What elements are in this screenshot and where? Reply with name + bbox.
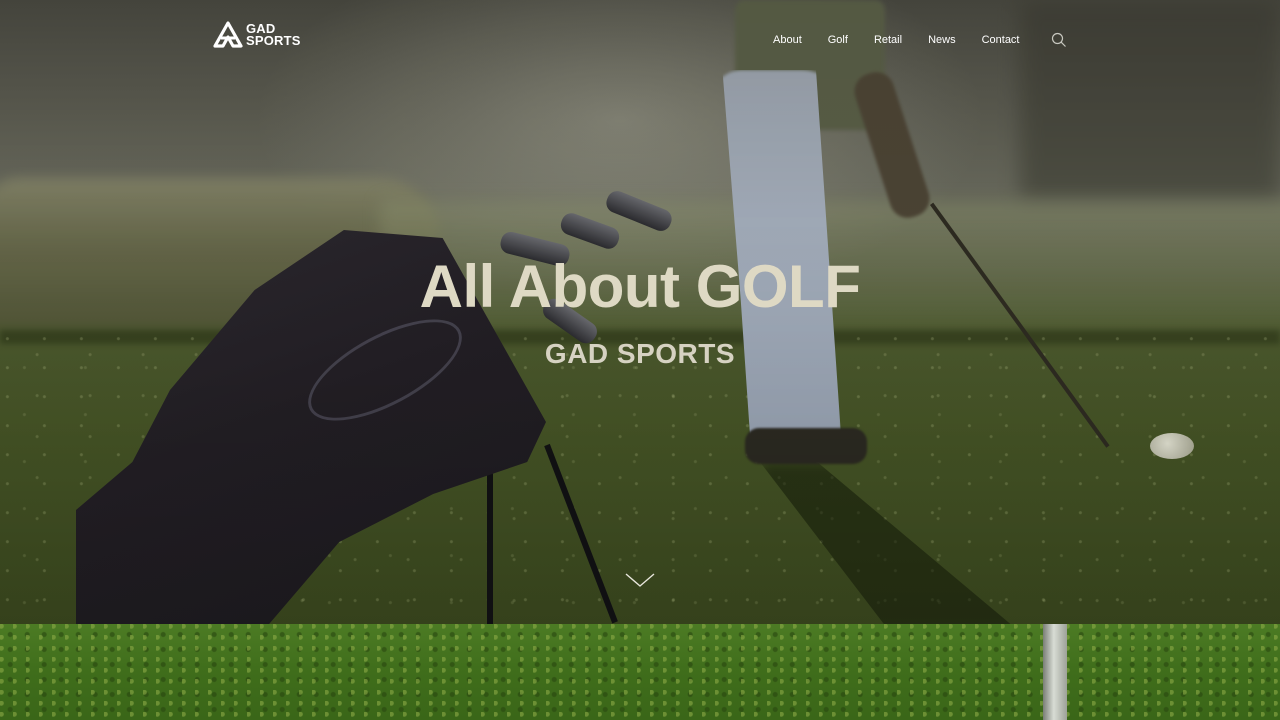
nav-item-retail[interactable]: Retail [874,34,902,46]
page: All About GOLF GAD SPORTS GAD SPORTS Abo… [0,0,1280,720]
search-icon [1051,32,1066,47]
gad-logo-icon [213,21,243,48]
chevron-down-icon [625,573,655,587]
scroll-down-button[interactable] [624,571,656,589]
main-nav: About Golf Retail News Contact [760,30,1046,50]
hero-section: All About GOLF GAD SPORTS [0,0,1280,624]
nav-item-about[interactable]: About [773,34,802,46]
brand-name: GAD SPORTS [246,22,301,48]
hero-subtitle: GAD SPORTS [544,338,736,369]
hero-title: All About GOLF [419,253,861,320]
brand-name-line2: SPORTS [246,33,301,48]
next-section-grass-banner [0,624,1280,720]
nav-item-contact[interactable]: Contact [982,34,1020,46]
search-button[interactable] [1050,31,1068,49]
flag-pole [1043,624,1067,720]
nav-item-golf[interactable]: Golf [828,34,848,46]
brand-logo[interactable]: GAD SPORTS [213,20,301,50]
nav-item-news[interactable]: News [928,34,956,46]
